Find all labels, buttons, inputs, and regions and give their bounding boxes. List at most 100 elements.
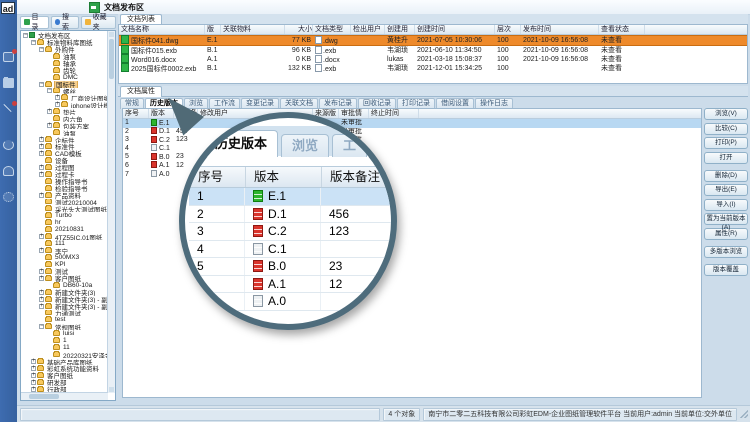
- expand-icon[interactable]: [39, 213, 44, 218]
- expand-icon[interactable]: [39, 304, 44, 309]
- expand-icon[interactable]: [55, 95, 60, 100]
- tree-item[interactable]: hr: [22, 219, 108, 226]
- expand-icon[interactable]: [39, 255, 44, 260]
- tree-item[interactable]: 标准件: [22, 143, 108, 150]
- column-header[interactable]: 层次: [495, 25, 521, 34]
- tree-item[interactable]: 检验指导书: [22, 185, 108, 192]
- column-header[interactable]: 版本: [205, 25, 221, 34]
- action-button[interactable]: 打开: [704, 152, 748, 164]
- table-row[interactable]: 2025国标件0002.exb B.1 132 KB .exb 韦湖琐 2021…: [119, 64, 747, 73]
- tree-item[interactable]: 螺丝: [22, 88, 108, 95]
- expand-icon[interactable]: [47, 352, 52, 357]
- tree-item[interactable]: 力通测试: [22, 310, 108, 317]
- column-header[interactable]: 大小: [285, 25, 313, 34]
- expand-icon[interactable]: [47, 130, 52, 135]
- resize-grip[interactable]: [740, 410, 748, 418]
- action-button[interactable]: 版本覆盖: [704, 264, 748, 276]
- expand-icon[interactable]: [39, 47, 44, 52]
- action-button[interactable]: 比较(C): [704, 123, 748, 135]
- action-button[interactable]: 多版本浏览: [704, 246, 748, 258]
- tree-item[interactable]: 过程卡: [22, 171, 108, 178]
- column-header[interactable]: 关联物料: [221, 25, 285, 34]
- tree-item[interactable]: 过程图: [22, 164, 108, 171]
- tree-item[interactable]: 标准物料库图纸: [22, 39, 108, 46]
- tab-document-properties[interactable]: 文档属性: [120, 86, 162, 97]
- expand-icon[interactable]: [47, 283, 52, 288]
- action-button[interactable]: 导出(E): [704, 184, 748, 196]
- table-row[interactable]: Word016.docx A.1 0 KB .docx lukas 2021-0…: [119, 55, 747, 64]
- tree-item[interactable]: 1: [22, 337, 108, 344]
- tree-item[interactable]: CAD模板: [22, 150, 108, 157]
- column-header[interactable]: 查看状态: [599, 25, 645, 34]
- tree-item[interactable]: 操作指导书: [22, 178, 108, 185]
- tree-item[interactable]: DB60-10a: [22, 282, 108, 289]
- expand-icon[interactable]: [47, 109, 52, 114]
- expand-icon[interactable]: [39, 199, 44, 204]
- expand-icon[interactable]: [39, 165, 44, 170]
- column-header[interactable]: 终止时间: [369, 109, 419, 118]
- expand-icon[interactable]: [39, 186, 44, 191]
- tree-item[interactable]: 设备: [22, 157, 108, 164]
- tree-item[interactable]: 新建文件夹(3): [22, 289, 108, 296]
- tree-item[interactable]: KPI: [22, 261, 108, 268]
- tree-item[interactable]: 包装方案: [22, 122, 108, 129]
- expand-icon[interactable]: [39, 269, 44, 274]
- tree-item[interactable]: iphone设计模板: [22, 101, 108, 108]
- folder-icon[interactable]: [3, 78, 14, 88]
- column-header[interactable]: 创建时间: [415, 25, 495, 34]
- expand-icon[interactable]: [47, 338, 52, 343]
- column-header[interactable]: 文档类型: [313, 25, 351, 34]
- expand-icon[interactable]: [47, 75, 52, 80]
- column-header[interactable]: 文档名称: [119, 25, 205, 34]
- scroll-up-arrow[interactable]: [109, 32, 114, 37]
- tree-item[interactable]: 新建文件夹(3) - 副本 - 副本: [22, 303, 108, 310]
- expand-icon[interactable]: [39, 317, 44, 322]
- tree-item[interactable]: 基础产品库图纸: [22, 358, 108, 365]
- tree-item[interactable]: 厂商设计图纸: [22, 94, 108, 101]
- tree-item[interactable]: 油泵: [22, 53, 108, 60]
- expand-icon[interactable]: [39, 297, 44, 302]
- tree-item[interactable]: 4TZ55IC.01图纸: [22, 233, 108, 240]
- expand-icon[interactable]: [39, 234, 44, 239]
- expand-icon[interactable]: [31, 373, 36, 378]
- tree-item[interactable]: luisi: [22, 330, 108, 337]
- scroll-thumb[interactable]: [29, 394, 59, 399]
- users-icon[interactable]: [3, 166, 14, 176]
- tree-toolbar-tab[interactable]: 目录: [20, 16, 49, 29]
- expand-icon[interactable]: [39, 179, 44, 184]
- action-button[interactable]: 浏览(V): [704, 108, 748, 120]
- tree-item[interactable]: 20210831: [22, 226, 108, 233]
- column-header[interactable]: 创建用户: [385, 25, 415, 34]
- column-header[interactable]: 发布时间: [521, 25, 599, 34]
- tree-vertical-scrollbar[interactable]: [107, 31, 115, 393]
- action-button[interactable]: 置为当前版本(A): [704, 213, 748, 225]
- tree-item[interactable]: 齿轮: [22, 67, 108, 74]
- expand-icon[interactable]: [39, 137, 44, 142]
- tree-item[interactable]: 李宁: [22, 247, 108, 254]
- expand-icon[interactable]: [39, 144, 44, 149]
- expand-icon[interactable]: [47, 54, 52, 59]
- expand-icon[interactable]: [39, 151, 44, 156]
- tree-item[interactable]: 测试20210004: [22, 199, 108, 206]
- tree-item[interactable]: Turbo: [22, 212, 108, 219]
- table-row[interactable]: 国标件015.exb B.1 96 KB .exb 韦湖琐 2021-06-10…: [119, 46, 747, 55]
- expand-icon[interactable]: [55, 102, 60, 107]
- action-button[interactable]: 导入(I): [704, 199, 748, 211]
- tree-item[interactable]: 常规图纸: [22, 323, 108, 330]
- tree-item[interactable]: 垫片: [22, 108, 108, 115]
- expand-icon[interactable]: [39, 310, 44, 315]
- tree-item[interactable]: 客户图纸: [22, 372, 108, 379]
- action-button[interactable]: 删除(D): [704, 170, 748, 182]
- expand-icon[interactable]: [31, 380, 36, 385]
- expand-icon[interactable]: [39, 276, 44, 281]
- tree-item[interactable]: test: [22, 316, 108, 323]
- expand-icon[interactable]: [47, 345, 52, 350]
- expand-icon[interactable]: [31, 359, 36, 364]
- expand-icon[interactable]: [39, 82, 44, 87]
- table-row[interactable]: 国标件041.dwg E.1 77 KB .dwg 黄桂升 2021-07-05…: [119, 35, 747, 46]
- expand-icon[interactable]: [39, 220, 44, 225]
- tree-item[interactable]: 新建文件夹(3) - 副本: [22, 296, 108, 303]
- sync-icon[interactable]: [3, 140, 14, 150]
- tree-item[interactable]: 文档发布区: [22, 32, 108, 39]
- expand-icon[interactable]: [47, 68, 52, 73]
